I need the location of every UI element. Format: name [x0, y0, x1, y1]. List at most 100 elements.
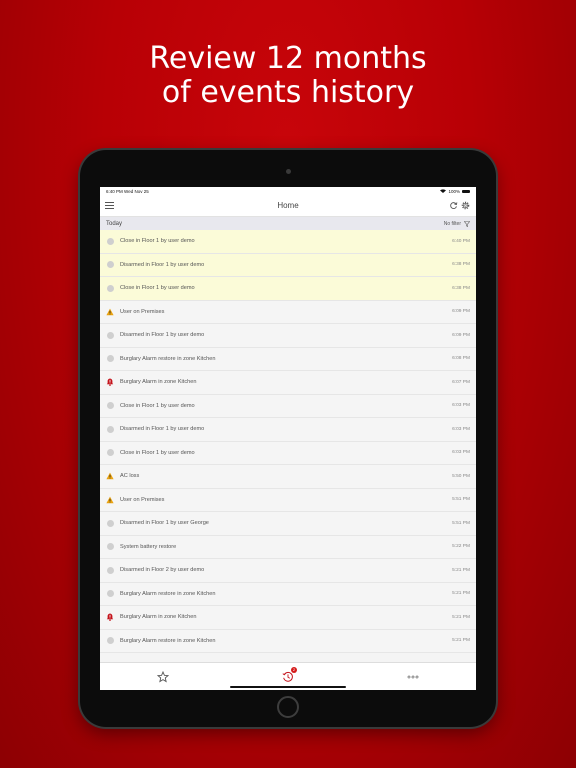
event-row[interactable]: Burglary Alarm restore in zone Kitchen 5:…	[100, 629, 476, 653]
tab-bar: 2	[100, 662, 476, 690]
status-right: 100%	[440, 189, 470, 194]
info-icon	[106, 237, 114, 245]
tablet-frame: 6:40 PM Wed Nov 25 100% Home Today No fi…	[80, 150, 496, 727]
app-screen: 6:40 PM Wed Nov 25 100% Home Today No fi…	[100, 187, 476, 690]
nav-bar: Home	[100, 195, 476, 217]
info-icon	[106, 425, 114, 433]
event-row[interactable]: User on Premises 6:09 PM	[100, 300, 476, 324]
event-text: Close in Floor 1 by user demo	[120, 285, 195, 292]
info-icon	[106, 519, 114, 527]
camera-dot	[286, 169, 291, 174]
status-bar: 6:40 PM Wed Nov 25 100%	[100, 187, 476, 195]
event-row[interactable]: Burglary Alarm in zone Kitchen 6:07 PM	[100, 371, 476, 395]
status-time-date: 6:40 PM Wed Nov 25	[106, 189, 149, 194]
status-time: 6:40 PM	[106, 188, 123, 194]
info-icon	[106, 261, 114, 269]
event-time: 6:03 PM	[452, 426, 470, 432]
tab-more[interactable]	[351, 663, 476, 690]
event-time: 6:38 PM	[452, 262, 470, 268]
alarm-bell-icon	[106, 613, 114, 622]
info-icon	[106, 449, 114, 457]
event-text: AC loss	[120, 473, 140, 480]
event-time: 5:21 PM	[452, 567, 470, 573]
info-icon	[106, 566, 114, 574]
event-row[interactable]: Disarmed in Floor 1 by user demo 6:03 PM	[100, 418, 476, 442]
event-time: 5:51 PM	[452, 497, 470, 503]
event-text: User on Premises	[120, 496, 165, 503]
tab-favorites[interactable]	[100, 663, 225, 690]
event-row[interactable]: System battery restore 5:22 PM	[100, 535, 476, 559]
event-row[interactable]: Burglary Alarm restore in zone Kitchen 6:…	[100, 347, 476, 371]
event-row[interactable]: AC loss 5:50 PM	[100, 465, 476, 489]
wifi-icon	[440, 189, 447, 193]
warning-icon	[106, 308, 114, 316]
event-time: 6:07 PM	[452, 379, 470, 385]
info-icon	[106, 331, 114, 339]
event-time: 6:08 PM	[452, 356, 470, 362]
event-row[interactable]: User on Premises 5:51 PM	[100, 488, 476, 512]
event-row[interactable]: Burglary Alarm restore in zone Kitchen 5:…	[100, 582, 476, 606]
info-icon	[106, 355, 114, 363]
event-text: Burglary Alarm restore in zone Kitchen	[120, 355, 216, 362]
page-title: Home	[277, 201, 299, 210]
warning-icon	[106, 496, 114, 504]
filter-label: No filter	[443, 220, 461, 227]
event-row[interactable]: Disarmed in Floor 1 by user George 5:51 P…	[100, 512, 476, 536]
event-row[interactable]: Disarmed in Floor 2 by user demo 5:21 PM	[100, 559, 476, 583]
event-row[interactable]: Close in Floor 1 by user demo 6:40 PM	[100, 230, 476, 254]
event-row[interactable]: Close in Floor 1 by user demo 6:03 PM	[100, 441, 476, 465]
event-time: 6:09 PM	[452, 309, 470, 315]
event-row[interactable]: Disarmed in Floor 1 by user demo 6:38 PM	[100, 253, 476, 277]
event-row[interactable]: Burglary Alarm in zone Kitchen 5:21 PM	[100, 606, 476, 630]
event-row[interactable]: Close in Floor 1 by user demo 6:38 PM	[100, 277, 476, 301]
event-time: 5:21 PM	[452, 638, 470, 644]
info-icon	[106, 284, 114, 292]
section-header-today: Today No filter	[100, 217, 476, 230]
event-row[interactable]: Disarmed in Floor 1 by user demo 6:09 PM	[100, 324, 476, 348]
filter-icon	[464, 220, 470, 227]
gear-icon[interactable]	[461, 201, 470, 210]
event-text: User on Premises	[120, 308, 165, 315]
event-row[interactable]: Close in Floor 1 by user demo 6:03 PM	[100, 394, 476, 418]
event-time: 5:21 PM	[452, 591, 470, 597]
headline-line-2: of events history	[161, 75, 415, 110]
filter-button[interactable]: No filter	[444, 221, 470, 227]
headline: Review 12 months of events history	[0, 42, 576, 110]
event-text: Close in Floor 1 by user demo	[120, 238, 195, 245]
event-time: 5:21 PM	[452, 614, 470, 620]
event-text: Burglary Alarm restore in zone Kitchen	[120, 637, 216, 644]
event-time: 6:40 PM	[452, 238, 470, 244]
event-text: Disarmed in Floor 1 by user demo	[120, 426, 205, 433]
info-icon	[106, 402, 114, 410]
status-date: Wed Nov 25	[124, 188, 149, 194]
battery-percent: 100%	[448, 188, 460, 194]
event-text: Burglary Alarm in zone Kitchen	[120, 614, 197, 621]
event-time: 6:38 PM	[452, 285, 470, 291]
star-icon	[156, 670, 169, 682]
info-icon	[106, 590, 114, 598]
event-list: Close in Floor 1 by user demo 6:40 PM Disa…	[100, 230, 476, 653]
info-icon	[106, 637, 114, 645]
event-text: Burglary Alarm in zone Kitchen	[120, 379, 197, 386]
battery-icon	[462, 189, 470, 193]
event-text: Disarmed in Floor 1 by user demo	[120, 332, 205, 339]
event-time: 5:50 PM	[452, 473, 470, 479]
info-icon	[106, 543, 114, 551]
section-label: Today	[106, 220, 123, 227]
event-text: Close in Floor 1 by user demo	[120, 449, 195, 456]
home-indicator	[230, 686, 346, 688]
event-text: System battery restore	[120, 543, 177, 550]
event-time: 5:22 PM	[452, 544, 470, 550]
event-time: 6:03 PM	[452, 450, 470, 456]
event-text: Disarmed in Floor 1 by user George	[120, 520, 209, 527]
event-text: Burglary Alarm restore in zone Kitchen	[120, 590, 216, 597]
headline-line-1: Review 12 months	[149, 41, 427, 76]
refresh-icon[interactable]	[449, 201, 458, 210]
event-time: 5:51 PM	[452, 520, 470, 526]
event-text: Close in Floor 1 by user demo	[120, 402, 195, 409]
event-text: Disarmed in Floor 1 by user demo	[120, 261, 205, 268]
home-button[interactable]	[277, 696, 299, 718]
history-badge: 2	[290, 667, 297, 673]
more-dots-icon	[407, 675, 419, 678]
event-time: 6:03 PM	[452, 403, 470, 409]
